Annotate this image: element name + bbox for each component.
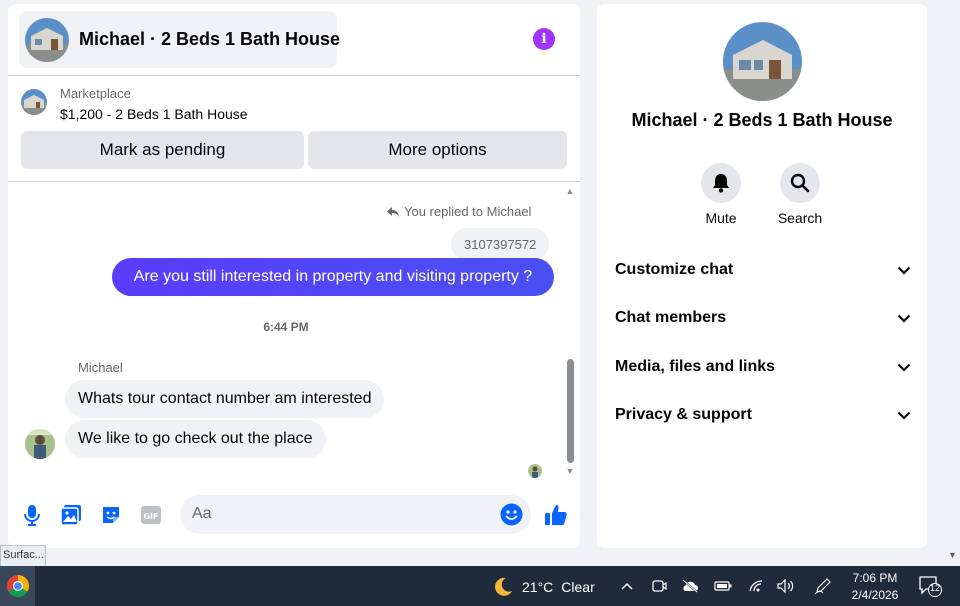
search-button[interactable]: [780, 163, 820, 203]
wifi-icon[interactable]: [746, 576, 766, 596]
microphone-icon[interactable]: [20, 503, 44, 527]
message-input[interactable]: [192, 503, 492, 525]
volume-icon[interactable]: [776, 576, 796, 596]
weather-widget[interactable]: 21°C Clear: [492, 576, 595, 598]
replied-label: You replied to Michael: [404, 204, 532, 219]
reply-indicator: You replied to Michael: [386, 204, 531, 219]
outgoing-message[interactable]: Are you still interested in property and…: [112, 258, 554, 296]
sender-name: Michael: [78, 360, 123, 375]
taskbar: 21°C Clear 7:06 PM 2/4/2026 12: [0, 566, 960, 606]
photo-icon[interactable]: [59, 503, 83, 527]
section-media-files-links[interactable]: Media, files and links: [615, 355, 911, 379]
section-label: Media, files and links: [615, 358, 776, 375]
details-avatar: [723, 22, 802, 101]
clock-time: 7:06 PM: [852, 571, 898, 585]
chat-panel: Michael · 2 Beds 1 Bath House i Marketpl…: [8, 4, 580, 548]
message-composer[interactable]: [180, 495, 531, 534]
marketplace-thumbnail[interactable]: [21, 89, 47, 115]
battery-icon[interactable]: [713, 576, 733, 596]
message-timestamp: 6:44 PM: [263, 320, 309, 334]
page-scrollbar[interactable]: [944, 0, 960, 566]
section-chat-members[interactable]: Chat members: [615, 306, 911, 330]
reply-icon: [387, 206, 399, 217]
moon-icon: [495, 577, 512, 596]
thumbs-up-icon[interactable]: [543, 502, 569, 528]
chat-header[interactable]: Michael · 2 Beds 1 Bath House: [19, 11, 341, 68]
meet-now-icon[interactable]: [649, 576, 669, 596]
details-title: Michael · 2 Beds 1 Bath House: [631, 110, 893, 130]
chevron-down-icon: [897, 266, 911, 275]
section-privacy-support[interactable]: Privacy & support: [615, 403, 911, 427]
section-label: Customize chat: [615, 261, 734, 278]
emoji-icon[interactable]: [500, 503, 523, 526]
cloud-offline-icon[interactable]: [680, 576, 700, 596]
sticker-icon[interactable]: [99, 503, 123, 527]
clock-date: 2/4/2026: [851, 588, 899, 602]
mute-button[interactable]: [701, 163, 741, 203]
scrollbar-thumb[interactable]: [567, 359, 574, 463]
chevron-down-icon: [897, 314, 911, 323]
quoted-message[interactable]: 3107397572: [451, 228, 550, 260]
surface-tooltip: Surfac...: [0, 545, 46, 567]
section-customize-chat[interactable]: Customize chat: [615, 258, 911, 282]
sender-avatar[interactable]: [25, 429, 55, 459]
pen-icon[interactable]: [813, 576, 833, 596]
mark-as-pending-button[interactable]: Mark as pending: [21, 131, 304, 169]
bell-icon: [713, 174, 729, 193]
system-clock[interactable]: 7:06 PM 2/4/2026: [840, 570, 910, 604]
search-action[interactable]: Search: [770, 163, 830, 226]
chat-title: Michael · 2 Beds 1 Bath House: [79, 29, 341, 49]
search-icon: [790, 173, 810, 193]
notification-count: 12: [929, 583, 940, 593]
mute-label: Mute: [705, 210, 737, 226]
chrome-taskbar-button[interactable]: [0, 566, 35, 606]
mute-action[interactable]: Mute: [691, 163, 751, 226]
divider: [8, 181, 580, 182]
notification-center-icon[interactable]: 12: [918, 575, 942, 597]
more-options-button[interactable]: More options: [308, 131, 567, 169]
section-label: Privacy & support: [615, 406, 752, 423]
page-scroll-down-arrow[interactable]: ▼: [948, 550, 957, 560]
listing-avatar: [25, 17, 69, 62]
temperature: 21°C: [522, 579, 554, 595]
svg-text:GIF: GIF: [143, 512, 158, 521]
chrome-icon: [6, 575, 29, 597]
section-label: Chat members: [615, 309, 727, 326]
conversation-details-panel: Michael · 2 Beds 1 Bath House Mute Searc…: [597, 4, 927, 548]
search-label: Search: [777, 210, 823, 226]
seen-indicator-avatar: [528, 464, 542, 478]
incoming-message[interactable]: Whats tour contact number am interested: [65, 380, 385, 418]
weather-condition: Clear: [561, 579, 595, 595]
scroll-down-arrow[interactable]: ▼: [565, 466, 575, 476]
info-icon[interactable]: i: [533, 28, 555, 50]
scroll-up-arrow[interactable]: ▲: [565, 186, 575, 196]
listing-title[interactable]: $1,200 - 2 Beds 1 Bath House: [60, 106, 248, 122]
incoming-message[interactable]: We like to go check out the place: [65, 420, 326, 458]
chevron-down-icon: [897, 363, 911, 372]
divider: [8, 75, 580, 76]
marketplace-label: Marketplace: [60, 86, 131, 101]
chevron-down-icon: [897, 411, 911, 420]
show-hidden-icons-chevron-icon[interactable]: [617, 576, 637, 596]
gif-icon[interactable]: GIF: [139, 503, 163, 527]
